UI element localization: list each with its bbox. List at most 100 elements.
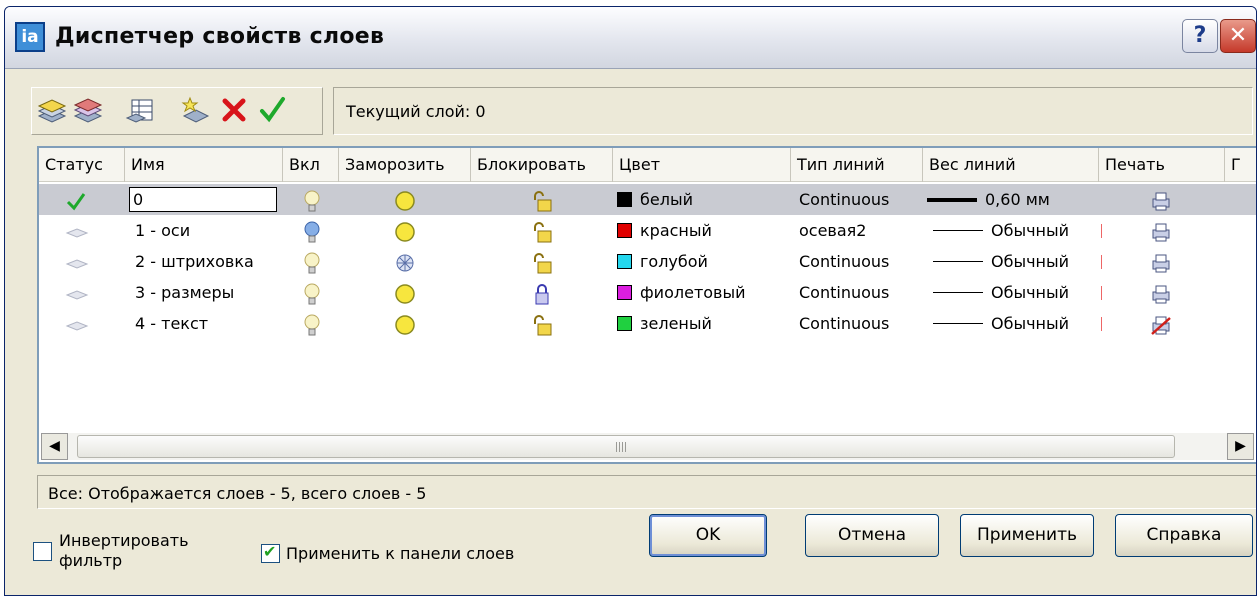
layer-sheet-icon[interactable] [65, 252, 89, 274]
sun-icon[interactable] [393, 313, 417, 337]
set-current-checkmark-icon[interactable] [256, 94, 288, 126]
delete-layer-icon[interactable] [218, 94, 250, 126]
scroll-grip-icon [616, 442, 628, 452]
cancel-button[interactable]: Отмена [805, 514, 939, 557]
help-title-button[interactable]: ? [1182, 19, 1218, 53]
column-header[interactable]: Статус [39, 148, 125, 182]
sun-icon[interactable] [393, 189, 417, 213]
layer-color[interactable]: фиолетовый [617, 277, 746, 308]
sun-icon[interactable] [393, 282, 417, 306]
icon-cell [531, 215, 553, 246]
layer-lineweight[interactable]: Обычный [933, 215, 1069, 246]
layer-row[interactable]: 0 белый Continuous 0,60 мм [39, 184, 1256, 215]
layer-lineweight[interactable]: Обычный [933, 308, 1069, 339]
column-header[interactable]: Тип линий [791, 148, 923, 182]
lightbulb-icon[interactable] [301, 189, 323, 213]
layer-linetype[interactable]: Continuous [799, 277, 889, 308]
help-button[interactable]: Справка [1115, 514, 1253, 557]
named-layer-filters-icon[interactable] [36, 94, 68, 126]
layer-lineweight[interactable]: Обычный [933, 277, 1069, 308]
lightbulb-icon[interactable] [301, 313, 323, 337]
color-swatch [617, 223, 632, 238]
scroll-left-icon[interactable]: ◀ [41, 433, 68, 460]
printer-disabled-icon[interactable] [1149, 313, 1173, 337]
layer-sheet-icon[interactable] [65, 283, 89, 305]
layer-row[interactable]: 1 - оси красный осевая2 Обычный [39, 215, 1256, 246]
lightbulb-icon[interactable] [301, 251, 323, 275]
layer-toolbar [31, 87, 323, 135]
icon-cell [393, 184, 417, 215]
icon-cell [393, 277, 417, 308]
scroll-thumb[interactable] [77, 435, 1175, 458]
layer-row[interactable]: 2 - штриховка голубой Continuous Обычный [39, 246, 1256, 277]
column-headers: Статус Имя Вкл Заморозить Блокировать Цвет Тип… [39, 148, 1256, 182]
printer-icon[interactable] [1149, 220, 1173, 244]
icon-cell [531, 277, 553, 308]
title-bar[interactable]: ia Диспетчер свойств слоев ? ✕ [5, 7, 1256, 69]
checkmark-icon[interactable] [65, 190, 87, 212]
printer-icon[interactable] [1149, 189, 1173, 213]
layer-sheet-icon[interactable] [65, 314, 89, 336]
lock-open-icon[interactable] [531, 220, 553, 244]
layer-lineweight[interactable]: 0,60 мм [927, 184, 1050, 215]
window-title: Диспетчер свойств слоев [55, 24, 385, 49]
color-swatch [617, 316, 632, 331]
column-header[interactable]: Вкл [283, 148, 339, 182]
layer-row[interactable]: 3 - размеры фиолетовый Continuous Обычный [39, 277, 1256, 308]
column-header[interactable]: Вес линий [923, 148, 1099, 182]
column-header[interactable]: Заморозить [339, 148, 471, 182]
layer-color[interactable]: белый [617, 184, 693, 215]
icon-cell [1149, 215, 1173, 246]
layer-name[interactable]: 1 - оси [135, 215, 190, 246]
column-header[interactable]: Г [1225, 148, 1256, 182]
layer-name[interactable]: 3 - размеры [135, 277, 234, 308]
layer-states-icon[interactable] [72, 94, 104, 126]
apply-to-toolbar-checkbox[interactable]: ✔ [261, 542, 280, 563]
column-header[interactable]: Блокировать [471, 148, 613, 182]
ok-button[interactable]: OK [649, 514, 767, 557]
apply-button[interactable]: Применить [960, 514, 1094, 557]
layer-list[interactable]: Статус Имя Вкл Заморозить Блокировать Цвет Тип… [37, 146, 1256, 464]
lightbulb-icon[interactable] [301, 282, 323, 306]
icon-cell [301, 277, 323, 308]
lineweight-value: 0,60 мм [985, 190, 1050, 209]
layer-name[interactable]: 2 - штриховка [135, 246, 254, 277]
invert-filter-checkbox[interactable] [33, 542, 52, 561]
lock-open-icon[interactable] [531, 313, 553, 337]
sun-icon[interactable] [393, 220, 417, 244]
lock-closed-icon[interactable] [531, 282, 553, 306]
layer-name[interactable]: 4 - текст [135, 308, 208, 339]
lock-open-icon[interactable] [531, 251, 553, 275]
layer-color[interactable]: красный [617, 215, 712, 246]
layer-manager-grid-icon[interactable] [124, 94, 156, 126]
apply-to-toolbar-label: Применить к панели слоев [286, 544, 515, 563]
layer-linetype[interactable]: Continuous [799, 308, 889, 339]
layer-color[interactable]: голубой [617, 246, 708, 277]
column-header[interactable]: Цвет [613, 148, 791, 182]
horizontal-scrollbar[interactable]: ◀ ▶ [41, 433, 1254, 460]
lightbulb-icon[interactable] [301, 220, 323, 244]
layer-linetype[interactable]: Continuous [799, 246, 889, 277]
snowflake-icon[interactable] [393, 251, 417, 275]
scroll-right-icon[interactable]: ▶ [1227, 433, 1254, 460]
layer-sheet-icon[interactable] [65, 221, 89, 243]
icon-cell [1149, 246, 1173, 277]
invert-filter-label: Инвертировать фильтр [59, 531, 189, 570]
new-layer-icon[interactable] [180, 94, 212, 126]
column-header[interactable]: Имя [125, 148, 283, 182]
layer-name[interactable]: 0 [129, 187, 277, 212]
layer-row[interactable]: 4 - текст зеленый Continuous Обычный [39, 308, 1256, 339]
printer-icon[interactable] [1149, 251, 1173, 275]
layer-linetype[interactable]: осевая2 [799, 215, 866, 246]
lineweight-sample [933, 323, 983, 324]
current-layer-check-icon [65, 184, 87, 215]
color-name: голубой [640, 252, 708, 271]
lineweight-sample [933, 230, 983, 231]
layer-color[interactable]: зеленый [617, 308, 712, 339]
close-button[interactable]: ✕ [1220, 19, 1256, 53]
layer-linetype[interactable]: Continuous [799, 184, 889, 215]
printer-icon[interactable] [1149, 282, 1173, 306]
lock-open-icon[interactable] [531, 189, 553, 213]
column-header[interactable]: Печать [1099, 148, 1225, 182]
layer-lineweight[interactable]: Обычный [933, 246, 1069, 277]
